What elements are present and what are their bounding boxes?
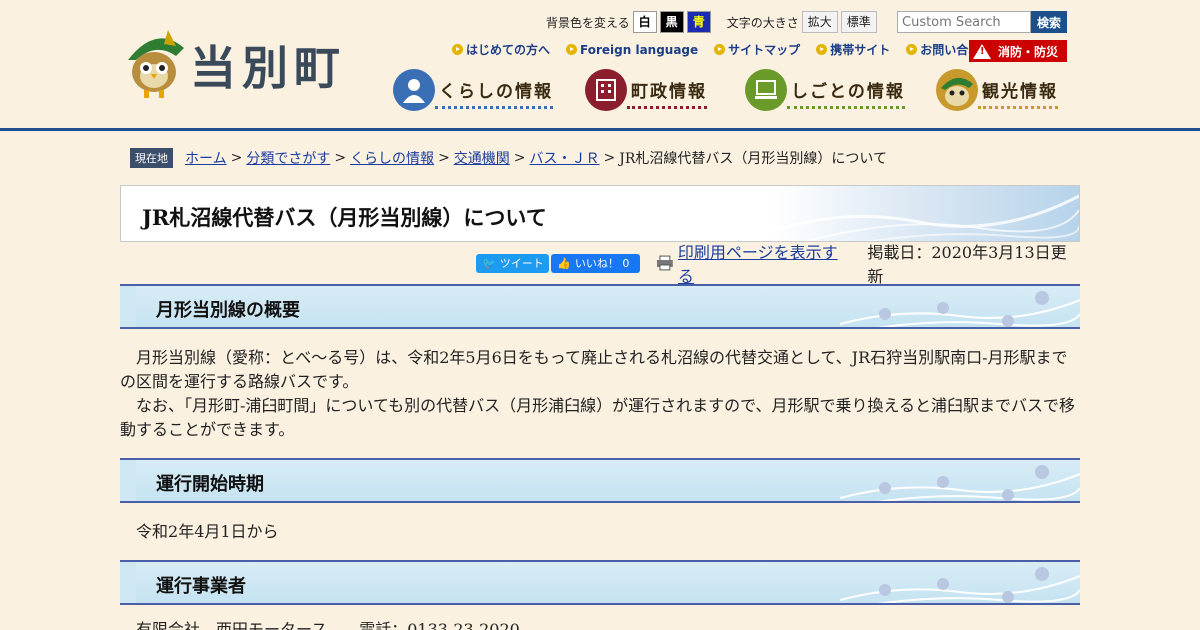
- thumbs-up-icon: 👍: [557, 256, 571, 270]
- paragraph: なお、「月形町-浦臼町間」についても別の代替バス（月形浦臼線）が運行されますので…: [120, 394, 1080, 442]
- page-title-box: JR札沼線代替バス（月形当別線）について: [120, 185, 1080, 242]
- bird-icon: 🐦: [482, 256, 496, 270]
- nav-jobs-label: しごとの情報: [787, 78, 905, 109]
- section-body-overview: 月形当別線（愛称：とべ～る号）は、令和2年5月6日をもって廃止される札沼線の代替…: [120, 346, 1080, 442]
- disaster-label: 消防・防災: [998, 44, 1059, 59]
- arrow-bullet-icon: [816, 44, 828, 55]
- print-link-label: 印刷用ページを表示する: [677, 243, 838, 286]
- main-navigation: くらしの情報 町政情報 しごとの情報 観光情報: [393, 68, 1073, 112]
- search-input[interactable]: [897, 11, 1031, 33]
- nav-town-admin-label: 町政情報: [627, 78, 707, 109]
- print-link[interactable]: 印刷用ページを表示する: [656, 239, 851, 287]
- wave-decoration: [759, 194, 1079, 241]
- like-button[interactable]: 👍 いいね！ 0: [551, 253, 641, 273]
- heading-stripe: [120, 562, 136, 603]
- nav-tourism-label: 観光情報: [978, 78, 1058, 109]
- paragraph: 有限会社 西田モータース 電話：0133-23-2020: [120, 618, 1080, 630]
- paragraph: 月形当別線（愛称：とべ～る号）は、令和2年5月6日をもって廃止される札沼線の代替…: [120, 346, 1080, 394]
- breadcrumb-transport[interactable]: 交通機関: [454, 148, 510, 168]
- link-label: Foreign language: [580, 42, 699, 57]
- breadcrumb-current: JR札沼線代替バス（月形当別線）について: [619, 151, 887, 167]
- paragraph: 令和2年4月1日から: [120, 520, 1080, 544]
- link-first-visit[interactable]: はじめての方へ: [452, 41, 550, 58]
- link-sitemap[interactable]: サイトマップ: [714, 41, 800, 58]
- font-size-label: 文字の大きさ: [726, 15, 799, 30]
- link-label: 携帯サイト: [830, 43, 891, 57]
- site-header: 当別町 背景色を変える 白 黒 青 文字の大きさ 拡大 標準 検索 はじめての方…: [0, 0, 1200, 131]
- paragraph-text: 月形当別線（愛称：とべ～る号）は、令和2年5月6日をもって廃止される札沼線の代替…: [120, 348, 1068, 391]
- nav-town-admin[interactable]: 町政情報: [585, 68, 707, 112]
- flower-wave-decoration: [840, 465, 1080, 501]
- link-foreign-language[interactable]: Foreign language: [566, 43, 698, 57]
- person-icon: [393, 69, 435, 111]
- section-heading-operator: 運行事業者: [120, 560, 1080, 605]
- utility-links: はじめての方へ Foreign language サイトマップ 携帯サイト お問…: [452, 41, 1008, 58]
- breadcrumb-separator: >: [334, 150, 347, 166]
- display-tools: 背景色を変える 白 黒 青 文字の大きさ 拡大 標準: [546, 11, 877, 33]
- computer-icon: [745, 69, 787, 111]
- link-label: はじめての方へ: [466, 43, 551, 57]
- section-heading-overview: 月形当別線の概要: [120, 284, 1080, 329]
- heading-stripe: [120, 460, 136, 501]
- paragraph-text: 令和2年4月1日から: [136, 522, 279, 541]
- site-logo[interactable]: 当別町: [124, 26, 374, 100]
- link-mobile-site[interactable]: 携帯サイト: [816, 41, 890, 58]
- font-normal-button[interactable]: 標準: [840, 11, 877, 33]
- section-heading-start-date: 運行開始時期: [120, 458, 1080, 503]
- nav-living[interactable]: くらしの情報: [393, 68, 553, 112]
- page-title: JR札沼線代替バス（月形当別線）について: [142, 205, 547, 230]
- section-title: 月形当別線の概要: [156, 300, 300, 321]
- bg-color-label: 背景色を変える: [546, 15, 630, 30]
- search-button[interactable]: 検索: [1031, 11, 1067, 33]
- section-title: 運行事業者: [156, 576, 246, 597]
- mascot-icon: [936, 69, 978, 111]
- breadcrumb-home[interactable]: ホーム: [185, 148, 227, 168]
- breadcrumb-bus-jr[interactable]: バス・ＪＲ: [530, 148, 600, 168]
- breadcrumb-separator: >: [438, 150, 450, 166]
- breadcrumb-living[interactable]: くらしの情報: [350, 148, 434, 168]
- logo-text: 当別町: [190, 41, 346, 95]
- site-search: 検索: [897, 11, 1067, 33]
- nav-jobs[interactable]: しごとの情報: [745, 68, 905, 112]
- arrow-bullet-icon: [906, 44, 918, 55]
- page-meta: 🐦 ツイート 👍 いいね！ 0 印刷用ページを表示する 掲載日：2020年3月13日…: [476, 243, 1080, 286]
- building-icon: [585, 69, 627, 111]
- breadcrumb-category[interactable]: 分類でさがす: [246, 148, 330, 168]
- breadcrumb-separator: >: [513, 150, 526, 166]
- paragraph-text: なお、「月形町-浦臼町間」についても別の代替バス（月形浦臼線）が運行されますので…: [120, 396, 1076, 439]
- breadcrumb-separator: >: [603, 150, 616, 166]
- disaster-prevention-button[interactable]: 消防・防災: [969, 40, 1067, 62]
- section-body-start-date: 令和2年4月1日から: [120, 520, 1080, 544]
- flower-wave-decoration: [840, 291, 1080, 327]
- font-large-button[interactable]: 拡大: [801, 11, 838, 33]
- tweet-button[interactable]: 🐦 ツイート: [476, 253, 550, 273]
- bg-white-button[interactable]: 白: [632, 11, 657, 33]
- arrow-bullet-icon: [452, 44, 463, 55]
- flower-wave-decoration: [840, 567, 1080, 603]
- tweet-label: ツイート: [499, 257, 544, 270]
- mascot-logo-icon: [128, 30, 184, 98]
- arrow-bullet-icon: [566, 44, 578, 55]
- heading-stripe: [120, 286, 136, 327]
- breadcrumb: 現在地 ホーム > 分類でさがす > くらしの情報 > 交通機関 > バス・ＪＲ…: [130, 148, 887, 168]
- paragraph-text: 有限会社 西田モータース 電話：0133-23-2020: [136, 620, 520, 630]
- section-title: 運行開始時期: [156, 474, 264, 495]
- arrow-bullet-icon: [714, 44, 726, 55]
- updated-date: 掲載日：2020年3月13日更新: [867, 243, 1067, 286]
- warning-icon: [973, 43, 991, 59]
- link-label: サイトマップ: [728, 43, 801, 57]
- nav-tourism[interactable]: 観光情報: [936, 68, 1058, 112]
- current-location-badge: 現在地: [130, 148, 173, 168]
- printer-icon: [657, 255, 673, 271]
- bg-blue-button[interactable]: 青: [686, 11, 711, 33]
- like-label: いいね！ 0: [574, 257, 630, 270]
- bg-black-button[interactable]: 黒: [659, 11, 684, 33]
- breadcrumb-separator: >: [230, 150, 243, 166]
- section-body-operator: 有限会社 西田モータース 電話：0133-23-2020: [120, 618, 1080, 630]
- nav-living-label: くらしの情報: [435, 78, 553, 109]
